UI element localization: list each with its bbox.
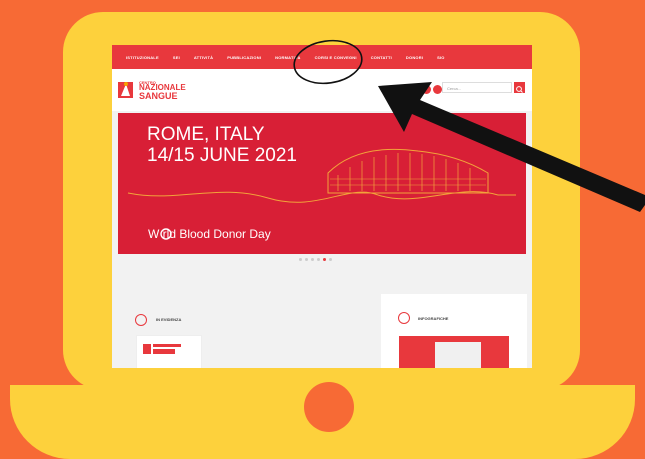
hero-banner[interactable]: ROME, ITALY 14/15 JUNE 2021 W rld Blood …: [118, 113, 526, 254]
social-youtube-icon[interactable]: [433, 85, 442, 94]
nav-item-contatti[interactable]: CONTATTI: [371, 55, 392, 60]
nav-item-pubblicazioni[interactable]: PUBBLICAZIONI: [227, 55, 261, 60]
slider-dot[interactable]: [299, 258, 302, 261]
slider-dot[interactable]: [305, 258, 308, 261]
slider-dots: [299, 258, 332, 261]
nav-item-sio[interactable]: SIO: [437, 55, 445, 60]
panel-left-title: IN EVIDENZA: [156, 317, 182, 322]
social-twitter-icon[interactable]: [411, 85, 420, 94]
site-logo[interactable]: CENTRO NAZIONALE SANGUE: [118, 79, 208, 101]
search-icon: [516, 86, 523, 93]
social-instagram-icon[interactable]: [422, 85, 431, 94]
social-facebook-icon[interactable]: [400, 85, 409, 94]
slider-dot[interactable]: [311, 258, 314, 261]
panel-infografiche: INFOGRAFICHE: [381, 294, 527, 368]
logo-line-2: SANGUE: [139, 91, 178, 101]
thumbnail-logo-icon: [143, 344, 181, 354]
search-input[interactable]: Cerca...: [442, 82, 512, 93]
top-navigation: ISTITUZIONALE SEI ATTIVITÀ PUBBLICAZIONI…: [112, 45, 532, 69]
banner-event-title: W rld Blood Donor Day: [148, 227, 271, 241]
panel-in-evidenza: IN EVIDENZA: [122, 293, 300, 368]
infografiche-icon: [398, 312, 410, 324]
slider-dot[interactable]: [323, 258, 326, 261]
in-evidenza-icon: [135, 314, 147, 326]
nav-item-corsi[interactable]: CORSI E CONVEGNI: [315, 55, 357, 60]
slider-dot[interactable]: [329, 258, 332, 261]
panel-right-thumbnail[interactable]: [399, 336, 509, 368]
search-button[interactable]: [514, 82, 525, 93]
nav-item-attivita[interactable]: ATTIVITÀ: [194, 55, 213, 60]
nav-item-istituzionale[interactable]: ISTITUZIONALE: [126, 55, 159, 60]
nav-item-normativa[interactable]: NORMATIVA: [275, 55, 300, 60]
nav-item-sei[interactable]: SEI: [173, 55, 180, 60]
infographic-screen-image: [435, 342, 481, 368]
laptop-screen: ISTITUZIONALE SEI ATTIVITÀ PUBBLICAZIONI…: [112, 45, 532, 368]
nav-item-donori[interactable]: DONORI: [406, 55, 423, 60]
social-links: [400, 85, 442, 94]
slider-dot[interactable]: [317, 258, 320, 261]
banner-city: ROME, ITALY: [147, 124, 265, 145]
laptop-trackpad-button: [304, 382, 354, 432]
banner-date: 14/15 JUNE 2021: [147, 145, 297, 166]
logo-mark-icon: [118, 82, 133, 98]
panel-left-thumbnail[interactable]: [136, 335, 202, 368]
panel-right-title: INFOGRAFICHE: [418, 316, 449, 321]
site-header: CENTRO NAZIONALE SANGUE Cerca...: [112, 69, 532, 111]
